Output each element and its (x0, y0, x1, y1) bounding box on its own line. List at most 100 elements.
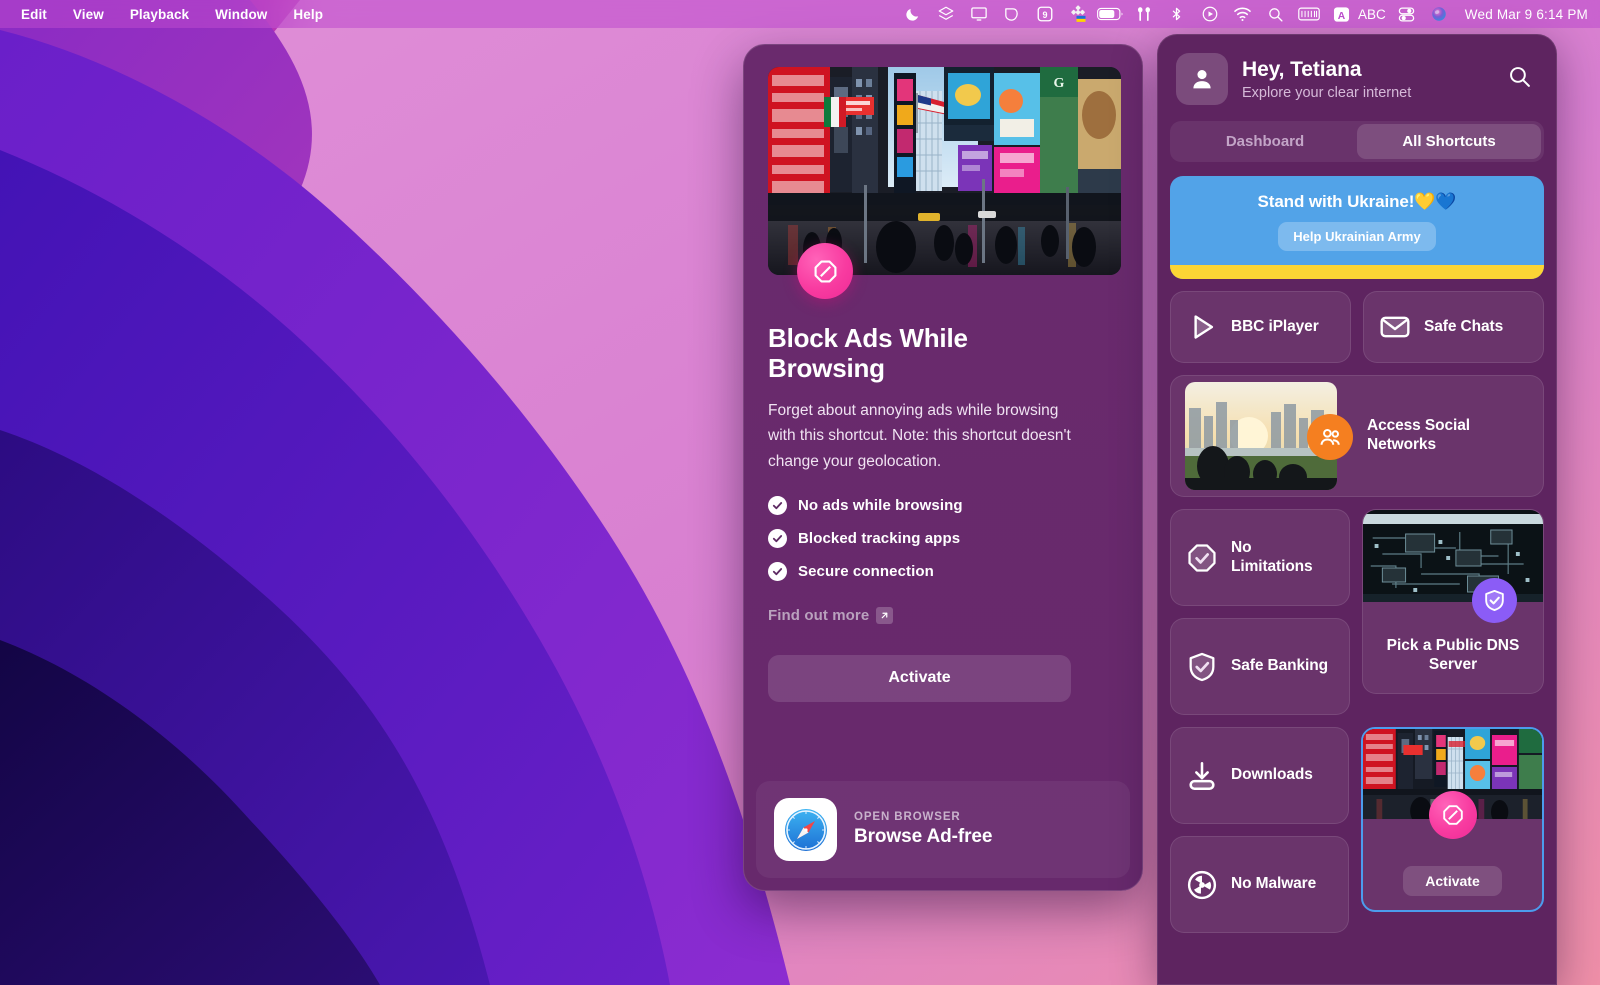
ukraine-banner-title: Stand with Ukraine!💛💙 (1257, 192, 1457, 211)
feature-label: No ads while browsing (798, 496, 963, 514)
shortcut-row: Access Social Networks (1170, 375, 1544, 497)
shortcut-label: Safe Banking (1231, 657, 1328, 675)
display-icon[interactable] (962, 0, 995, 28)
shortcut-no-limitations[interactable]: No Limitations (1170, 509, 1350, 606)
shortcut-column: Downloads No Malware (1170, 727, 1349, 933)
layers-icon[interactable] (929, 0, 962, 28)
shortcut-pick-public-dns-server[interactable]: Pick a Public DNS Server (1362, 509, 1544, 694)
keyboard-icon[interactable] (1292, 0, 1325, 28)
input-source-label: ABC (1358, 6, 1386, 22)
tab-all-shortcuts[interactable]: All Shortcuts (1357, 124, 1541, 159)
circuit-board-photo (1363, 510, 1543, 602)
radiation-icon (1185, 868, 1219, 902)
shortcut-label: BBC iPlayer (1231, 317, 1319, 335)
greeting-subtitle: Explore your clear internet (1242, 84, 1412, 101)
bluetooth-icon[interactable] (1160, 0, 1193, 28)
menu-bar: Edit View Playback Window Help 9 A ABC W… (0, 0, 1600, 28)
download-icon (1185, 759, 1219, 793)
menu-help[interactable]: Help (280, 5, 336, 24)
hero-wrapper: G (768, 67, 1121, 299)
shortcut-column: No Limitations Safe Banking (1170, 509, 1350, 715)
shortcut-safe-chats[interactable]: Safe Chats (1363, 291, 1544, 363)
activate-button[interactable]: Activate (768, 654, 1071, 702)
shortcut-label: No Malware (1231, 875, 1317, 893)
battery-icon[interactable] (1094, 0, 1127, 28)
shortcut-row: BBC iPlayer Safe Chats (1170, 291, 1544, 363)
shortcut-no-malware[interactable]: No Malware (1170, 836, 1349, 933)
shortcut-downloads[interactable]: Downloads (1170, 727, 1349, 824)
tab-dashboard[interactable]: Dashboard (1173, 124, 1357, 159)
shortcut-label: Safe Chats (1424, 317, 1504, 335)
greeting-block: Hey, Tetiana Explore your clear internet (1242, 58, 1411, 101)
siri-icon[interactable] (1423, 0, 1456, 28)
card-description: Forget about annoying ads while browsing… (768, 402, 1071, 470)
footer-kicker: OPEN BROWSER (854, 811, 961, 823)
nine-box-icon[interactable]: 9 (1028, 0, 1061, 28)
menu-playback[interactable]: Playback (117, 5, 202, 24)
open-browser-text: OPEN BROWSER Browse Ad-free (854, 811, 992, 848)
sidebar-header: Hey, Tetiana Explore your clear internet (1170, 35, 1544, 115)
shortcut-block-ads-selected[interactable]: Activate (1361, 727, 1544, 912)
avatar[interactable] (1176, 53, 1228, 105)
check-circle-icon (768, 561, 787, 581)
svg-text:9: 9 (1042, 10, 1047, 20)
shield-check-icon (1472, 578, 1517, 623)
svg-text:G: G (1054, 76, 1065, 91)
page-title: Block Ads While Browsing (768, 323, 968, 384)
feature-item: Secure connection (768, 561, 1118, 581)
menu-bar-clock[interactable]: Wed Mar 9 6:14 PM (1456, 7, 1588, 22)
check-circle-icon (768, 528, 787, 548)
mini-activate-button[interactable]: Activate (1403, 866, 1502, 896)
person-icon (1193, 70, 1211, 89)
ukraine-banner-stripe (1170, 265, 1544, 279)
menu-bar-left: Edit View Playback Window Help (0, 5, 336, 24)
shortcut-row: Downloads No Malware Activate (1170, 727, 1544, 933)
card-upper: G Block Ads While Browsing Forget about … (744, 45, 1142, 759)
sidebar-tabbar: Dashboard All Shortcuts (1170, 121, 1544, 162)
feature-list: No ads while browsing Blocked tracking a… (768, 495, 1118, 581)
input-source-icon[interactable]: A (1325, 0, 1358, 28)
menu-edit[interactable]: Edit (8, 5, 60, 24)
open-browser-row[interactable]: OPEN BROWSER Browse Ad-free (756, 781, 1130, 878)
ukraine-banner-body: Stand with Ukraine!💛💙 Help Ukrainian Arm… (1170, 176, 1544, 265)
footer-title: Browse Ad-free (854, 826, 993, 847)
external-link-icon (876, 606, 894, 624)
shortcut-access-social-networks[interactable]: Access Social Networks (1170, 375, 1544, 497)
help-ukrainian-army-button[interactable]: Help Ukrainian Army (1278, 222, 1436, 251)
menu-view[interactable]: View (60, 5, 117, 24)
shortcut-detail-card: G Block Ads While Browsing Forget about … (743, 44, 1143, 891)
check-circle-icon (768, 495, 787, 515)
airpods-icon[interactable] (1127, 0, 1160, 28)
svg-text:A: A (1338, 10, 1346, 21)
shortcut-label: Access Social Networks (1367, 417, 1470, 453)
shortcut-label: Pick a Public DNS Server (1386, 637, 1520, 674)
search-icon[interactable] (1259, 0, 1292, 28)
play-triangle-icon (1185, 310, 1219, 344)
feature-label: Secure connection (798, 562, 934, 580)
ukraine-banner[interactable]: Stand with Ukraine!💛💙 Help Ukrainian Arm… (1170, 176, 1544, 279)
greeting-title: Hey, Tetiana (1242, 57, 1362, 81)
menu-bar-tray: 9 A ABC Wed Mar 9 6:14 PM (896, 0, 1600, 28)
feature-item: No ads while browsing (768, 495, 1118, 515)
people-icon (1307, 414, 1353, 460)
shield-tag-icon[interactable] (995, 0, 1028, 28)
play-circle-icon[interactable] (1193, 0, 1226, 28)
shield-check-icon (1185, 650, 1219, 684)
search-icon[interactable] (1507, 64, 1532, 94)
feature-item: Blocked tracking apps (768, 528, 1118, 548)
shortcuts-sidebar: Hey, Tetiana Explore your clear internet… (1157, 34, 1557, 985)
safari-icon (774, 798, 837, 861)
envelope-icon (1378, 310, 1412, 344)
find-out-more-link[interactable]: Find out more (768, 606, 894, 624)
shortcut-bbc-iplayer[interactable]: BBC iPlayer (1170, 291, 1351, 363)
block-ads-octagon-icon (797, 243, 853, 299)
octagon-check-icon (1185, 541, 1219, 575)
shortcut-label: Downloads (1231, 766, 1313, 784)
shortcut-safe-banking[interactable]: Safe Banking (1170, 618, 1350, 715)
moon-icon[interactable] (896, 0, 929, 28)
control-center-icon[interactable] (1390, 0, 1423, 28)
menu-window[interactable]: Window (202, 5, 280, 24)
shortcut-label: No Limitations (1231, 538, 1313, 575)
ukraine-flag-icon[interactable] (1061, 0, 1094, 28)
wifi-icon[interactable] (1226, 0, 1259, 28)
